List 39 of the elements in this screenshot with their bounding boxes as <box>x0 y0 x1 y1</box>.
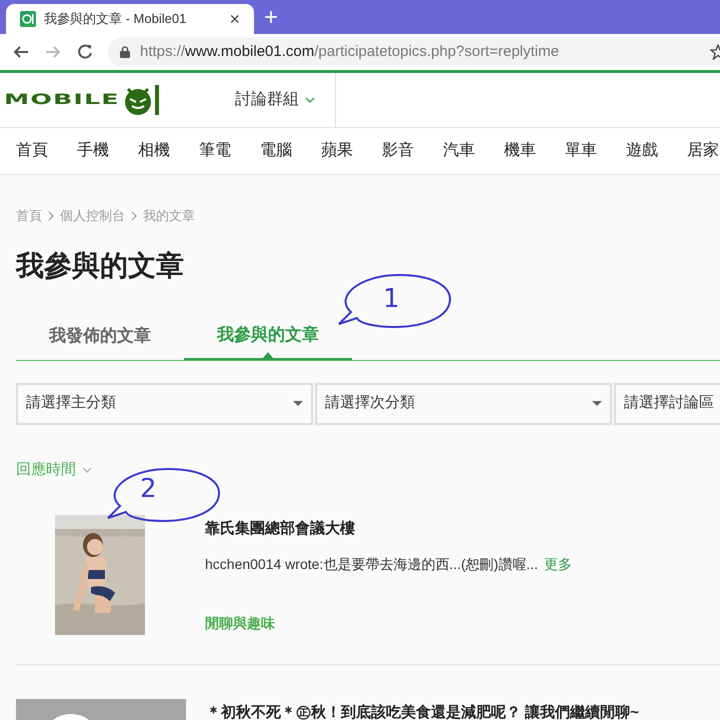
close-tab-button[interactable]: × <box>229 10 240 28</box>
lock-icon <box>120 46 130 58</box>
reload-icon[interactable] <box>76 43 94 61</box>
page-title: 我參與的文章 <box>14 252 185 280</box>
tab[interactable]: 我發佈的文章 <box>16 312 184 360</box>
nav-link[interactable]: 居家 <box>687 139 719 163</box>
nav-link[interactable]: 影音 <box>382 139 414 163</box>
browser-tab[interactable]: 我參與的文章 - Mobile01 × <box>6 4 254 34</box>
post-excerpt: hcchen0014 wrote:也是要帶去海邊的西...(恕刪)讚喔... <box>205 555 538 574</box>
chevron-down-icon <box>305 97 315 103</box>
nav-link[interactable]: 電腦 <box>260 139 292 163</box>
callout-number: 1 <box>383 286 400 312</box>
nav-link[interactable]: 相機 <box>138 139 170 163</box>
category-dropdown[interactable]: 請選擇次分類 <box>315 382 612 424</box>
category-dropdown[interactable]: 請選擇主分類 <box>16 382 313 424</box>
site-logo[interactable]: MOBILE <box>4 83 162 117</box>
callout-number: 2 <box>140 476 157 502</box>
chevron-right-icon <box>48 210 54 221</box>
nav-link[interactable]: 筆電 <box>199 139 231 163</box>
tab-title: 我參與的文章 - Mobile01 <box>44 10 188 28</box>
nav-link[interactable]: 汽車 <box>443 139 475 163</box>
nav-link[interactable]: 蘋果 <box>321 139 353 163</box>
post-title[interactable]: ＊初秋不死＊㊣秋！到底該吃美食還是減肥呢？ 讓我們繼續閒聊~ <box>206 702 639 720</box>
address-field[interactable]: https://www.mobile01.com/participatetopics.php?sort=replytime <box>108 37 720 67</box>
chevron-down-icon <box>82 466 92 473</box>
favicon-icon <box>20 11 36 27</box>
category-dropdown[interactable]: 請選擇討論區 <box>614 382 720 424</box>
chevron-right-icon <box>131 210 137 221</box>
post-title[interactable]: 靠氏集團總部會議大樓 <box>205 518 572 540</box>
nav-link[interactable]: 首頁 <box>16 139 48 163</box>
nav-link[interactable]: 單車 <box>565 139 597 163</box>
dropdown-arrow-icon <box>592 401 602 406</box>
forum-groups-menu[interactable]: 討論群組 <box>235 88 315 112</box>
new-tab-button[interactable]: + <box>264 6 278 30</box>
nav-link[interactable]: 手機 <box>77 139 109 163</box>
url-text: https://www.mobile01.com/participatetopics.php?sort=replytime <box>140 42 559 62</box>
dropdown-arrow-icon <box>293 401 303 406</box>
nav-link[interactable]: 遊戲 <box>626 139 658 163</box>
nav-link[interactable]: 機車 <box>504 139 536 163</box>
